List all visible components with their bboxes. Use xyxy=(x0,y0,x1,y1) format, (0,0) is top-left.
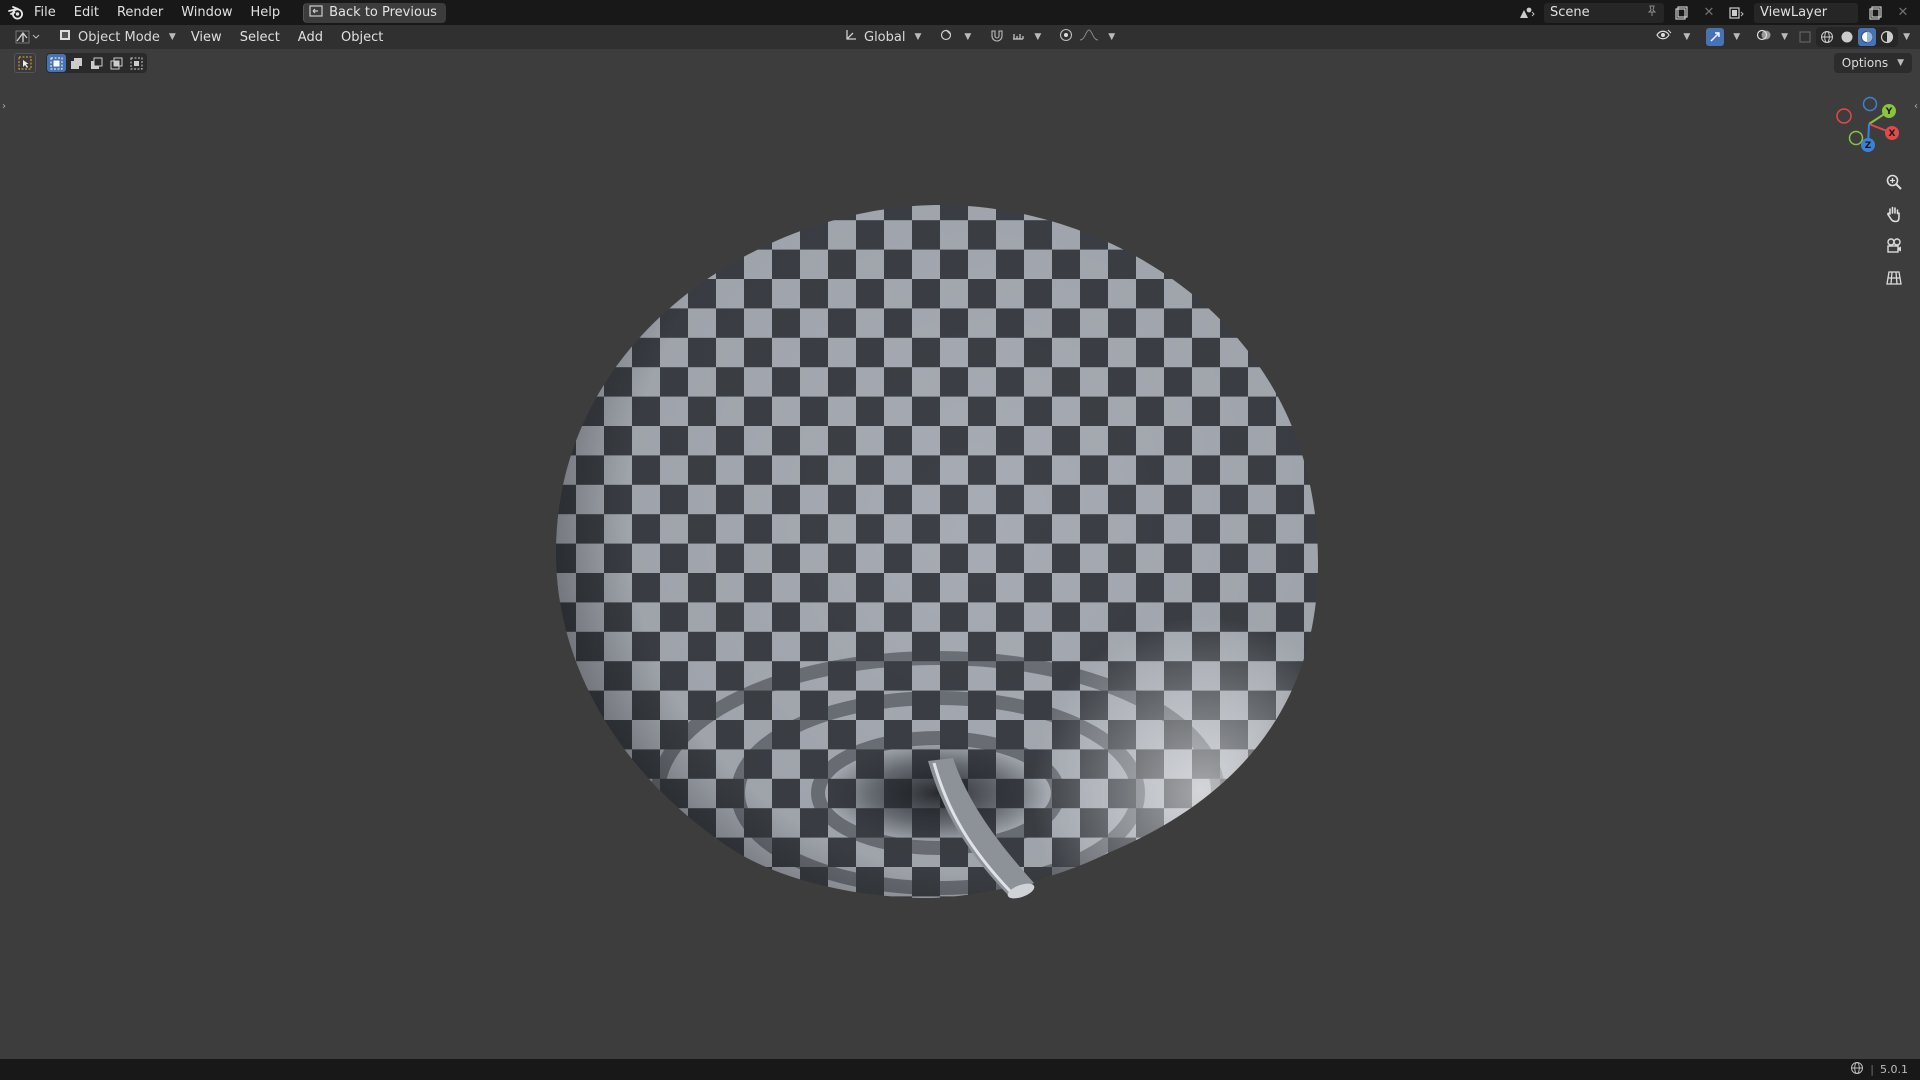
overlays-icon[interactable] xyxy=(1756,28,1772,46)
chevron-down-icon: ▼ xyxy=(1733,32,1741,42)
scene-name-field[interactable]: Scene xyxy=(1544,2,1664,23)
delete-scene-icon[interactable]: ✕ xyxy=(1698,3,1720,23)
transform-controls: Global ▼ ▼ ▼ ▼ xyxy=(836,25,1121,49)
menu-render[interactable]: Render xyxy=(108,0,172,25)
perspective-ortho-grid-icon[interactable] xyxy=(1881,265,1907,291)
visibility-eye-icon xyxy=(1656,28,1674,46)
top-bar: File Edit Render Window Help Back to Pre… xyxy=(0,0,1920,25)
overlays-toggle[interactable]: ▼ xyxy=(1750,27,1794,47)
pivot-icon xyxy=(939,28,955,46)
new-scene-icon[interactable] xyxy=(1670,3,1692,23)
transform-orientation-dropdown[interactable]: Global ▼ xyxy=(838,27,927,47)
snap-magnet-icon[interactable] xyxy=(989,28,1005,46)
material-preview-shading-icon[interactable] xyxy=(1858,28,1877,46)
chevron-down-icon: ▼ xyxy=(1034,32,1042,42)
set-new-selection-icon[interactable] xyxy=(47,54,66,72)
selection-mode-group xyxy=(46,53,147,73)
options-label: Options xyxy=(1841,56,1889,70)
gizmo-neg-z-icon[interactable] xyxy=(1862,96,1878,112)
snapping-dropdown[interactable]: ▼ xyxy=(983,27,1047,47)
transform-orientation-label: Global xyxy=(864,29,906,45)
viewport-display-controls: ▼ ▼ ▼ ▼ xyxy=(1648,25,1910,49)
options-dropdown[interactable]: Options ▼ xyxy=(1833,53,1912,73)
gizmo-y-label: Y xyxy=(1885,107,1893,117)
gizmo-neg-y-icon[interactable] xyxy=(1848,130,1864,146)
camera-view-icon[interactable] xyxy=(1881,233,1907,259)
zoom-icon[interactable] xyxy=(1881,169,1907,195)
menu-object[interactable]: Object xyxy=(332,30,392,45)
version-label: 5.0.1 xyxy=(1880,1063,1908,1076)
chevron-down-icon: ▼ xyxy=(1897,58,1904,68)
back-to-previous-label: Back to Previous xyxy=(329,5,437,20)
select-tool-icon[interactable] xyxy=(14,53,36,73)
menu-edit[interactable]: Edit xyxy=(65,0,108,25)
gizmo-z-label: Z xyxy=(1865,141,1872,151)
gizmo-toggle[interactable]: ▼ xyxy=(1700,27,1746,47)
pin-icon[interactable] xyxy=(1646,5,1658,21)
object-visibility-dropdown[interactable]: ▼ xyxy=(1650,27,1696,47)
gizmo-neg-x-icon[interactable] xyxy=(1836,108,1852,124)
checker-sphere-object[interactable] xyxy=(548,153,1328,953)
tool-settings-row xyxy=(14,53,147,73)
scene-selector[interactable]: Scene ✕ xyxy=(1516,2,1720,23)
chevron-down-icon: ▼ xyxy=(1683,32,1691,42)
navigation-gizmo[interactable]: Y X Z xyxy=(1810,89,1920,159)
back-icon xyxy=(309,4,323,21)
menu-select[interactable]: Select xyxy=(231,30,289,45)
snap-increment-icon[interactable] xyxy=(1011,28,1025,46)
menu-add[interactable]: Add xyxy=(289,30,332,45)
orientation-icon xyxy=(844,28,858,46)
new-view-layer-icon[interactable] xyxy=(1864,3,1886,23)
view-layer-name: ViewLayer xyxy=(1760,5,1828,20)
object-mode-dropdown[interactable]: Object Mode ▼ xyxy=(52,27,182,47)
view-layer-selector[interactable]: ViewLayer ✕ xyxy=(1726,2,1914,23)
gizmo-icon[interactable] xyxy=(1706,28,1725,46)
chevron-down-icon: ▼ xyxy=(914,32,922,42)
shading-options-chevron-icon[interactable]: ▼ xyxy=(1903,32,1910,42)
pivot-point-dropdown[interactable]: ▼ xyxy=(933,27,977,47)
proportional-edit-icon[interactable] xyxy=(1059,28,1073,46)
view-layer-icon[interactable] xyxy=(1726,3,1748,23)
wireframe-shading-icon[interactable] xyxy=(1818,28,1836,46)
editor-type-selector[interactable] xyxy=(6,27,50,47)
extend-selection-icon[interactable] xyxy=(67,54,86,72)
intersect-selection-icon[interactable] xyxy=(127,54,146,72)
top-right-controls: Scene ✕ ViewLayer ✕ xyxy=(1516,0,1920,25)
scene-icon[interactable] xyxy=(1516,3,1538,23)
object-mode-icon xyxy=(58,28,72,46)
delete-view-layer-icon[interactable]: ✕ xyxy=(1892,3,1914,23)
back-to-previous-button[interactable]: Back to Previous xyxy=(303,2,446,23)
rendered-shading-icon[interactable] xyxy=(1878,28,1896,46)
shading-mode-group xyxy=(1816,27,1899,47)
invert-selection-icon[interactable] xyxy=(107,54,126,72)
chevron-down-icon: ▼ xyxy=(1781,32,1789,42)
xray-toggle-icon[interactable] xyxy=(1796,28,1814,46)
proportional-editing-dropdown[interactable]: ▼ xyxy=(1053,27,1121,47)
menu-help[interactable]: Help xyxy=(242,0,290,25)
menu-file[interactable]: File xyxy=(30,0,65,25)
menu-view[interactable]: View xyxy=(182,30,231,45)
pan-hand-icon[interactable] xyxy=(1881,201,1907,227)
solid-shading-icon[interactable] xyxy=(1838,28,1856,46)
chevron-down-icon: ▼ xyxy=(168,32,176,42)
view-layer-name-field[interactable]: ViewLayer xyxy=(1754,2,1858,23)
status-bar: | 5.0.1 xyxy=(0,1059,1920,1080)
3d-viewport[interactable]: Options ▼ › ‹ Y X Z xyxy=(0,49,1920,1059)
globe-icon xyxy=(1850,1061,1864,1078)
falloff-icon[interactable] xyxy=(1079,28,1099,46)
chevron-down-icon: ▼ xyxy=(1108,32,1116,42)
gizmo-x-label: X xyxy=(1889,129,1896,139)
status-separator: | xyxy=(1870,1063,1874,1076)
object-mode-label: Object Mode xyxy=(78,29,160,45)
viewport-navigation-buttons xyxy=(1881,169,1907,291)
menu-window[interactable]: Window xyxy=(172,0,241,25)
chevron-down-icon: ▼ xyxy=(964,32,972,42)
toolbar-expand-arrow-icon[interactable]: › xyxy=(2,101,6,112)
blender-logo-icon[interactable] xyxy=(2,0,30,25)
subtract-selection-icon[interactable] xyxy=(87,54,106,72)
scene-name: Scene xyxy=(1550,5,1590,20)
viewport-header: Object Mode ▼ View Select Add Object Glo… xyxy=(0,25,1920,49)
